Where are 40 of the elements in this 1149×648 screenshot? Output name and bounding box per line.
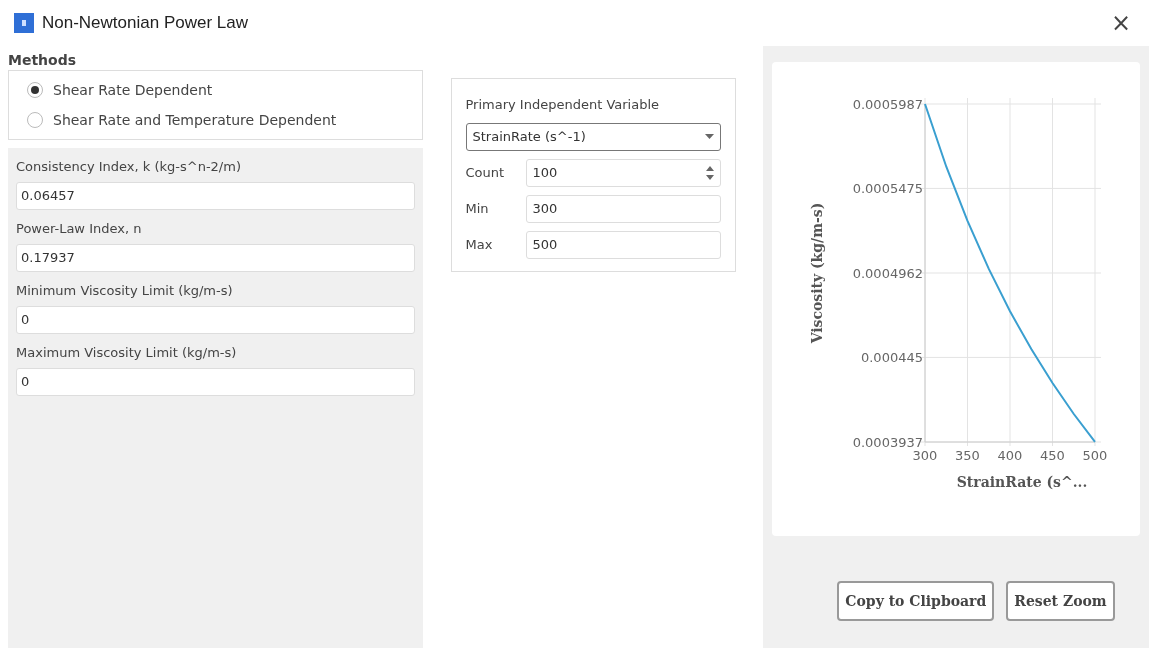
y-tick-label: 0.0005987 — [852, 97, 923, 112]
y-axis-title: Viscosity (kg/m-s) — [809, 202, 825, 344]
action-button[interactable]: Copy to Clipboard — [837, 581, 995, 621]
y-tick-label: 0.000445 — [860, 350, 923, 366]
radio-option[interactable]: Shear Rate Dependent — [9, 75, 422, 105]
variable-dropdown[interactable]: StrainRate (s^-1) — [465, 122, 721, 151]
app-icon — [14, 13, 34, 33]
field-label: Consistency Index, k (kg-s^n-2/m) — [16, 158, 242, 176]
field-label: Power-Law Index, n — [16, 220, 143, 238]
section-heading: Methods — [8, 51, 78, 70]
x-tick-label: 300 — [912, 448, 938, 463]
field-label: Maximum Viscosity Limit (kg/m-s) — [16, 344, 238, 362]
panel-label: Primary Independent Variable — [465, 96, 661, 114]
spinner-arrows-icon[interactable] — [705, 165, 714, 180]
input-field[interactable]: 300 — [525, 194, 721, 223]
radio-button[interactable] — [27, 82, 43, 98]
input-field[interactable]: 500 — [525, 230, 721, 259]
x-tick-label: 350 — [955, 448, 980, 463]
input-field[interactable]: 0 — [16, 368, 415, 396]
action-button[interactable]: Reset Zoom — [1006, 581, 1115, 621]
radio-option[interactable]: Shear Rate and Temperature Dependent — [9, 105, 422, 135]
x-tick-label: 500 — [1082, 448, 1108, 463]
window-title: Non-Newtonian Power Law — [42, 12, 248, 35]
x-tick-label: 450 — [1040, 448, 1065, 463]
y-tick-label: 0.0005475 — [852, 181, 923, 197]
input-field[interactable]: 0.17937 — [16, 244, 415, 272]
y-tick-label: 0.0003937 — [852, 435, 923, 450]
dropdown-arrow-icon — [704, 133, 714, 140]
field-label: Max — [465, 235, 494, 254]
input-field[interactable]: 0 — [16, 306, 415, 334]
input-field[interactable]: 0.06457 — [16, 182, 415, 210]
close-button[interactable]: × — [1106, 11, 1135, 35]
x-axis-title: StrainRate (s^... — [956, 474, 1088, 490]
spinner-field[interactable]: 100 — [525, 158, 721, 187]
x-tick-label: 400 — [997, 448, 1023, 463]
radio-button[interactable] — [27, 112, 43, 128]
field-label: Count — [465, 163, 506, 182]
y-tick-label: 0.0004962 — [852, 266, 923, 281]
field-label: Minimum Viscosity Limit (kg/m-s) — [16, 282, 234, 300]
field-label: Min — [465, 199, 490, 218]
